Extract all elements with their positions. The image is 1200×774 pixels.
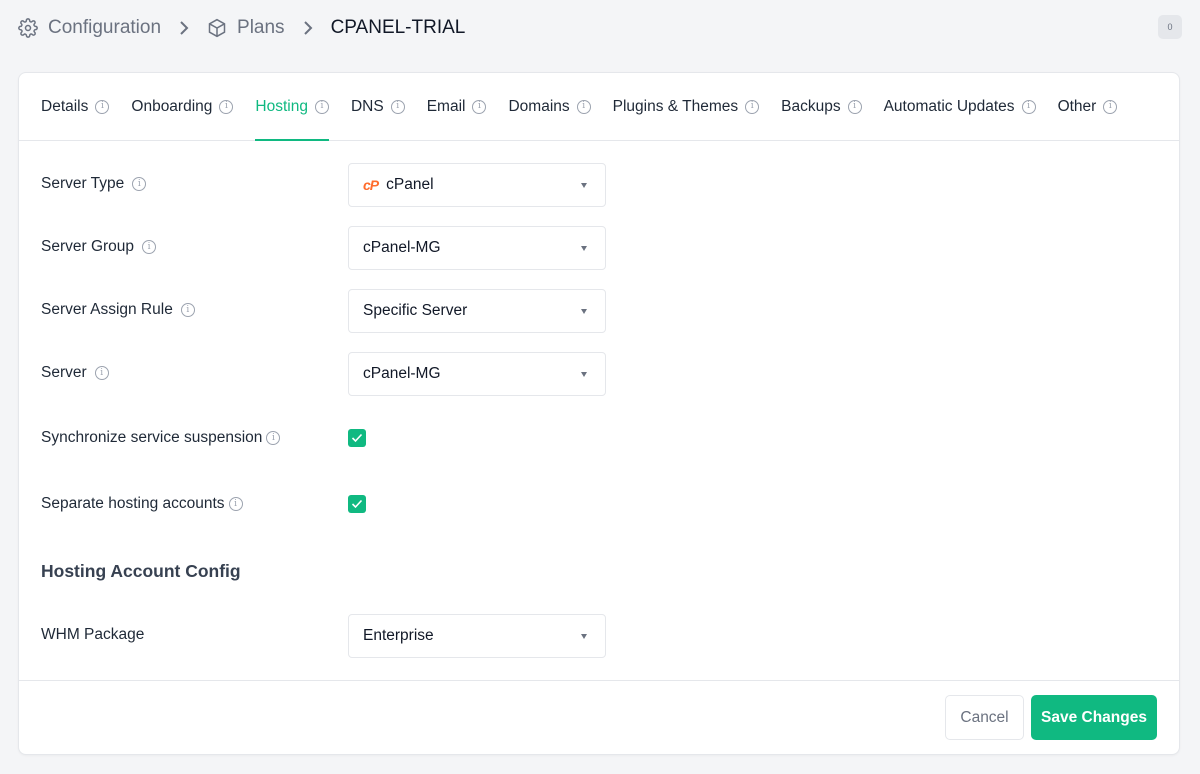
- server-group-select[interactable]: cPanel-MG: [348, 226, 606, 270]
- info-icon[interactable]: i: [228, 497, 243, 511]
- cube-icon: [207, 18, 227, 38]
- info-icon[interactable]: i: [472, 99, 487, 114]
- separate-accounts-label: Separate hosting accounts i: [41, 495, 243, 513]
- info-icon[interactable]: i: [1103, 99, 1118, 114]
- server-assign-rule-label: Server Assign Rule i: [41, 301, 195, 319]
- select-value: cPanel-MG: [363, 239, 441, 256]
- info-icon[interactable]: i: [745, 99, 760, 114]
- field-label: WHM Package: [41, 626, 145, 643]
- tab-automatic-updates[interactable]: Automatic Updates i: [884, 73, 1036, 140]
- gear-icon: [18, 18, 38, 38]
- tab-domains[interactable]: Domains i: [508, 73, 591, 140]
- section-title: Hosting Account Config: [41, 561, 241, 581]
- tab-details[interactable]: Details i: [41, 73, 110, 140]
- info-icon[interactable]: i: [1021, 99, 1036, 114]
- tab-label: Domains: [508, 97, 570, 115]
- info-icon[interactable]: i: [132, 177, 147, 191]
- whm-package-label: WHM Package: [41, 626, 144, 644]
- plan-settings-card: Details i Onboarding i Hosting i DNS i Email…: [18, 72, 1180, 755]
- server-group-label: Server Group i: [41, 238, 157, 256]
- info-icon[interactable]: i: [94, 366, 109, 380]
- info-icon[interactable]: i: [390, 99, 405, 114]
- tab-onboarding[interactable]: Onboarding i: [131, 73, 234, 140]
- sync-suspension-label: Synchronize service suspension i: [41, 429, 281, 447]
- tab-label: Onboarding: [131, 97, 213, 115]
- tab-label: Email: [426, 97, 466, 115]
- tab-hosting[interactable]: Hosting i: [255, 73, 329, 141]
- separate-accounts-checkbox[interactable]: [348, 495, 366, 513]
- tab-label: Hosting: [255, 97, 308, 115]
- chevron-right-icon: [161, 20, 207, 36]
- info-icon[interactable]: i: [142, 240, 157, 254]
- tab-label: DNS: [350, 97, 384, 115]
- tab-label: Details: [41, 97, 89, 115]
- tab-label: Backups: [781, 97, 841, 115]
- sync-suspension-checkbox[interactable]: [348, 429, 366, 447]
- check-icon: [351, 433, 363, 443]
- select-value: cPanel: [386, 176, 434, 193]
- notification-badge[interactable]: 0: [1158, 15, 1182, 39]
- caret-down-icon: [581, 372, 587, 377]
- tab-plugins-themes[interactable]: Plugins & Themes i: [613, 73, 760, 140]
- field-label: Server Type: [41, 175, 125, 192]
- breadcrumb-configuration[interactable]: Configuration: [18, 17, 161, 39]
- server-label: Server i: [41, 364, 109, 382]
- breadcrumb-plans[interactable]: Plans: [207, 17, 285, 39]
- server-type-select[interactable]: cP cPanel: [348, 163, 606, 207]
- tab-dns[interactable]: DNS i: [351, 73, 405, 140]
- field-label: Server: [41, 364, 87, 381]
- cancel-button[interactable]: Cancel: [945, 695, 1024, 740]
- card-footer: Cancel Save Changes: [19, 680, 1179, 756]
- info-icon[interactable]: i: [180, 303, 195, 317]
- caret-down-icon: [581, 634, 587, 639]
- chevron-right-icon: [285, 20, 331, 36]
- info-icon[interactable]: i: [219, 99, 234, 114]
- info-icon[interactable]: i: [314, 99, 329, 114]
- info-icon[interactable]: i: [266, 431, 281, 445]
- server-assign-rule-select[interactable]: Specific Server: [348, 289, 606, 333]
- tab-backups[interactable]: Backups i: [781, 73, 862, 140]
- info-icon[interactable]: i: [576, 99, 591, 114]
- header-bar: Configuration Plans CPANEL-TRIAL 0: [0, 0, 1200, 56]
- server-type-label: Server Type i: [41, 175, 147, 193]
- tab-label: Automatic Updates: [883, 97, 1015, 115]
- tab-label: Plugins & Themes: [612, 97, 739, 115]
- field-label: Synchronize service suspension: [41, 429, 263, 446]
- field-label: Server Group: [41, 238, 135, 255]
- caret-down-icon: [581, 246, 587, 251]
- save-changes-button[interactable]: Save Changes: [1031, 695, 1157, 740]
- select-value: Enterprise: [363, 627, 434, 644]
- whm-package-select[interactable]: Enterprise: [348, 614, 606, 658]
- info-icon[interactable]: i: [847, 99, 862, 114]
- caret-down-icon: [581, 309, 587, 314]
- field-label: Separate hosting accounts: [41, 495, 225, 512]
- check-icon: [351, 499, 363, 509]
- breadcrumb-label: Plans: [237, 17, 285, 38]
- tab-other[interactable]: Other i: [1058, 73, 1118, 140]
- breadcrumb-label: CPANEL-TRIAL: [330, 17, 466, 38]
- tab-bar: Details i Onboarding i Hosting i DNS i Email…: [19, 73, 1179, 141]
- select-value: cPanel-MG: [363, 365, 441, 382]
- tab-label: Other: [1057, 97, 1097, 115]
- cpanel-logo-icon: cP: [363, 177, 379, 193]
- breadcrumb-current-plan: CPANEL-TRIAL: [331, 17, 466, 39]
- select-value: Specific Server: [363, 302, 468, 319]
- server-select[interactable]: cPanel-MG: [348, 352, 606, 396]
- tab-email[interactable]: Email i: [427, 73, 487, 140]
- caret-down-icon: [581, 183, 587, 188]
- field-label: Server Assign Rule: [41, 301, 173, 318]
- breadcrumb-label: Configuration: [48, 17, 162, 38]
- info-icon[interactable]: i: [95, 99, 110, 114]
